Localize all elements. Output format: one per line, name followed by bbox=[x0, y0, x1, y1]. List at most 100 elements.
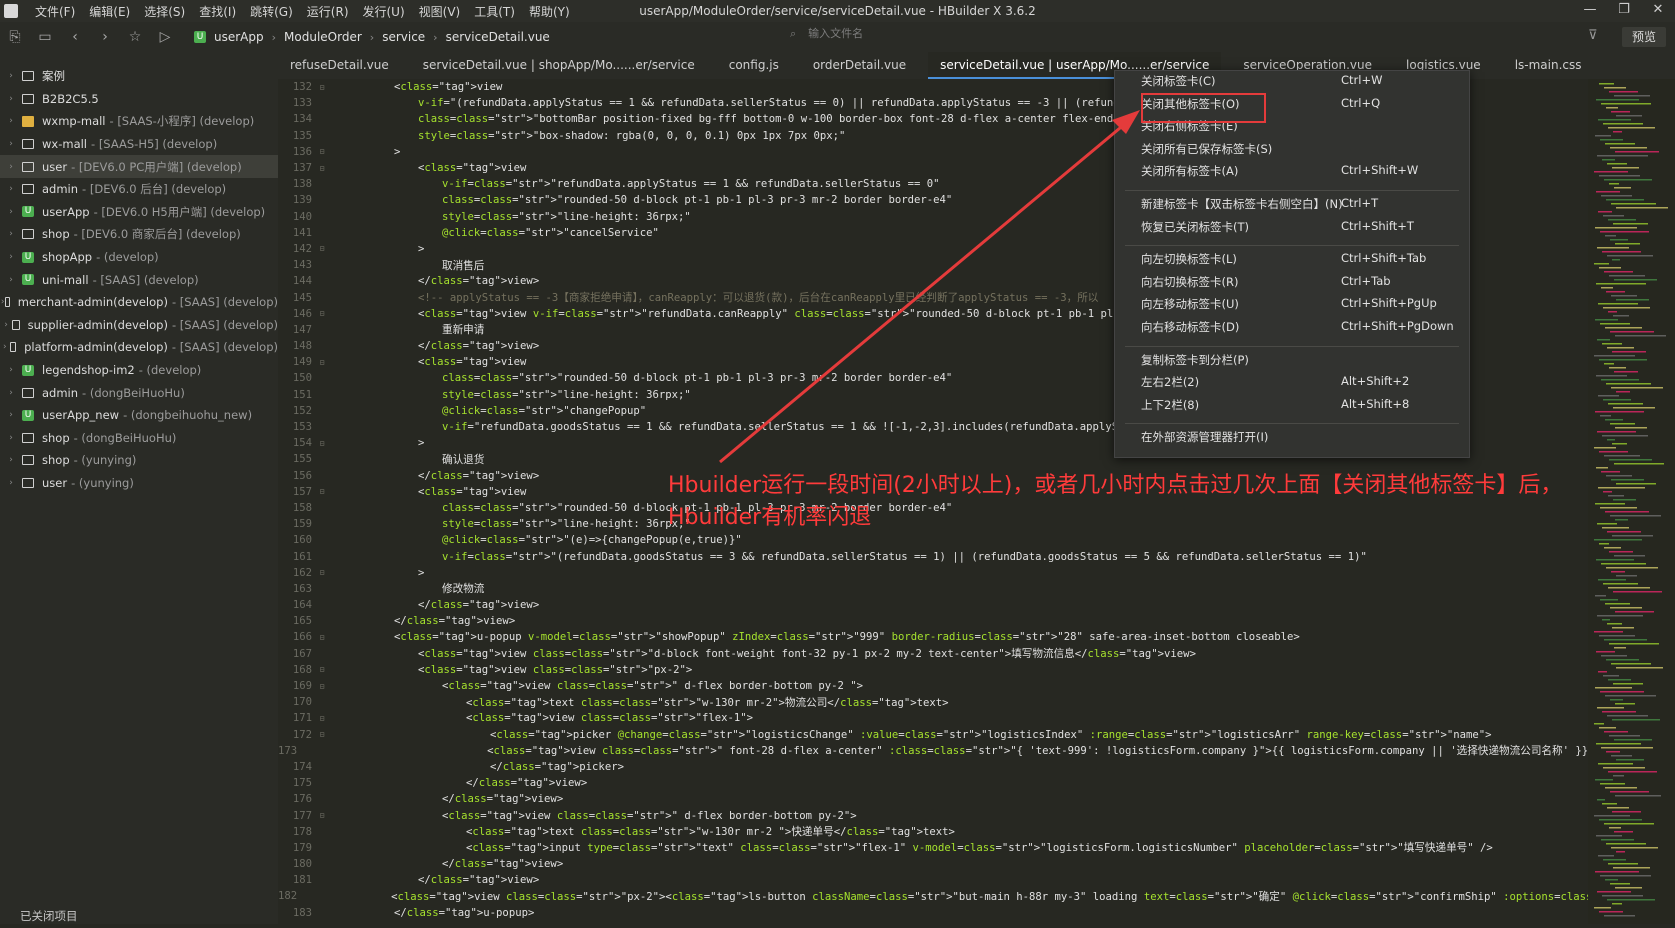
project-item[interactable]: › UuserApp - [DEV6.0 H5用户端] (develop) bbox=[0, 201, 278, 224]
code-line[interactable]: 166 ⊟ <class="tag">u-popup v-model=class="… bbox=[278, 629, 1588, 645]
editor-tab[interactable]: ls-main.css bbox=[1503, 52, 1594, 79]
chevron-right-icon[interactable]: › bbox=[0, 207, 22, 217]
chevron-right-icon[interactable]: › bbox=[0, 71, 22, 81]
code-line[interactable]: 174 </class="tag">picker> bbox=[278, 759, 1588, 775]
menu-item[interactable]: 工具(T) bbox=[467, 3, 522, 20]
context-menu-item[interactable]: 在外部资源管理器打开(I) bbox=[1141, 429, 1268, 445]
context-menu-item[interactable]: 新建标签卡【双击标签卡右侧空白】(N) bbox=[1141, 196, 1343, 212]
chevron-right-icon[interactable]: › bbox=[0, 94, 22, 104]
context-menu-item[interactable]: 向右切换标签卡(R) bbox=[1141, 274, 1238, 290]
forward-icon[interactable]: › bbox=[90, 29, 120, 45]
chevron-right-icon[interactable]: › bbox=[0, 184, 22, 194]
closed-projects-label[interactable]: 已关闭项目 bbox=[20, 908, 78, 924]
code-line[interactable]: 175 </class="tag">view> bbox=[278, 775, 1588, 791]
fold-icon[interactable]: ⊟ bbox=[316, 682, 328, 691]
project-item[interactable]: › shop - [DEV6.0 商家后台] (develop) bbox=[0, 223, 278, 246]
fold-icon[interactable]: ⊟ bbox=[316, 358, 328, 367]
project-item[interactable]: › UshopApp - (develop) bbox=[0, 246, 278, 269]
code-line[interactable]: 170 <class="tag">text class=class="str">"… bbox=[278, 694, 1588, 710]
code-line[interactable]: 161 v-if=class="str">"(refundData.goodsSt… bbox=[278, 548, 1588, 564]
project-item[interactable]: › supplier-admin(develop) - [SAAS] (develo… bbox=[0, 314, 278, 337]
project-item[interactable]: › B2B2C5.5 bbox=[0, 88, 278, 111]
project-item[interactable]: › admin - [DEV6.0 后台] (develop) bbox=[0, 178, 278, 201]
code-line[interactable]: 177 ⊟ <class="tag">view class=class="str">… bbox=[278, 807, 1588, 823]
project-item[interactable]: › Ulegendshop-im2- (develop) bbox=[0, 359, 278, 382]
code-line[interactable]: 181 </class="tag">view> bbox=[278, 872, 1588, 888]
save-icon[interactable]: ▭ bbox=[30, 29, 60, 45]
chevron-right-icon[interactable]: › bbox=[0, 275, 22, 285]
fold-icon[interactable]: ⊟ bbox=[316, 244, 328, 253]
code-line[interactable]: 171 ⊟ <class="tag">view class=class="str">… bbox=[278, 710, 1588, 726]
minimize-icon[interactable]: — bbox=[1573, 0, 1607, 22]
project-item[interactable]: › wx-mall - [SAAS-H5] (develop) bbox=[0, 133, 278, 156]
context-menu-item[interactable]: 向左移动标签卡(U) bbox=[1141, 296, 1239, 312]
menu-item[interactable]: 选择(S) bbox=[137, 3, 192, 20]
fold-icon[interactable]: ⊟ bbox=[316, 633, 328, 642]
code-line[interactable]: 176 </class="tag">view> bbox=[278, 791, 1588, 807]
project-item[interactable]: › Uuni-mall - [SAAS] (develop) bbox=[0, 268, 278, 291]
code-line[interactable]: 160 @click=class="str">"(e)=>{changePopup… bbox=[278, 532, 1588, 548]
code-line[interactable]: 167 <class="tag">view class=class="str">"… bbox=[278, 646, 1588, 662]
editor-tab[interactable]: orderDetail.vue bbox=[801, 52, 918, 79]
code-line[interactable]: 164 </class="tag">view> bbox=[278, 597, 1588, 613]
project-item[interactable]: › platform-admin(develop) - [SAAS] (develo… bbox=[0, 336, 278, 359]
fold-icon[interactable]: ⊟ bbox=[316, 147, 328, 156]
code-line[interactable]: 168 ⊟ <class="tag">view class=class="str">… bbox=[278, 662, 1588, 678]
context-menu-item[interactable]: 关闭所有已保存标签卡(S) bbox=[1141, 141, 1272, 157]
code-line[interactable]: 179 <class="tag">input type=class="str">"… bbox=[278, 840, 1588, 856]
context-menu-item[interactable]: 关闭标签卡(C) bbox=[1141, 73, 1216, 89]
fold-icon[interactable]: ⊟ bbox=[316, 665, 328, 674]
code-line[interactable]: 178 <class="tag">text class=class="str">"… bbox=[278, 824, 1588, 840]
chevron-right-icon[interactable]: › bbox=[0, 433, 22, 443]
editor-tab[interactable]: refuseDetail.vue bbox=[278, 52, 401, 79]
preview-button[interactable]: 预览 bbox=[1622, 27, 1666, 47]
menu-item[interactable]: 运行(R) bbox=[300, 3, 356, 20]
close-icon[interactable]: ✕ bbox=[1641, 0, 1675, 22]
chevron-right-icon[interactable]: › bbox=[0, 455, 22, 465]
menu-item[interactable]: 帮助(Y) bbox=[522, 3, 577, 20]
project-item[interactable]: › user - (yunying) bbox=[0, 472, 278, 495]
context-menu-item[interactable]: 关闭所有标签卡(A) bbox=[1141, 163, 1238, 179]
context-menu-item[interactable]: 左右2栏(2) bbox=[1141, 374, 1199, 390]
code-line[interactable]: 182 <class="tag">view class=class="str">"… bbox=[278, 888, 1588, 904]
chevron-right-icon[interactable]: › bbox=[0, 320, 12, 330]
fold-icon[interactable]: ⊟ bbox=[316, 164, 328, 173]
chevron-right-icon[interactable]: › bbox=[0, 229, 22, 239]
code-line[interactable]: 162 ⊟ > bbox=[278, 565, 1588, 581]
project-item[interactable]: › merchant-admin(develop) - [SAAS] (develo… bbox=[0, 291, 278, 314]
star-icon[interactable]: ☆ bbox=[120, 29, 150, 45]
chevron-right-icon[interactable]: › bbox=[0, 139, 22, 149]
code-line[interactable]: 163 修改物流 bbox=[278, 581, 1588, 597]
menu-item[interactable]: 跳转(G) bbox=[243, 3, 300, 20]
breadcrumb-item[interactable]: userApp bbox=[214, 30, 264, 44]
chevron-right-icon[interactable]: › bbox=[0, 388, 22, 398]
context-menu-item[interactable]: 上下2栏(8) bbox=[1141, 397, 1199, 413]
fold-icon[interactable]: ⊟ bbox=[316, 568, 328, 577]
project-item[interactable]: › shop - (dongBeiHuoHu) bbox=[0, 427, 278, 450]
editor-tab[interactable]: config.js bbox=[717, 52, 791, 79]
code-line[interactable]: 173 <class="tag">view class=class="str">"… bbox=[278, 743, 1588, 759]
run-icon[interactable]: ▷ bbox=[150, 29, 180, 45]
fold-icon[interactable]: ⊟ bbox=[316, 439, 328, 448]
context-menu-item[interactable]: 恢复已关闭标签卡(T) bbox=[1141, 219, 1249, 235]
menu-item[interactable]: 文件(F) bbox=[28, 3, 82, 20]
chevron-right-icon[interactable]: › bbox=[0, 252, 22, 262]
menu-item[interactable]: 视图(V) bbox=[412, 3, 468, 20]
context-menu-item[interactable]: 向右移动标签卡(D) bbox=[1141, 319, 1239, 335]
chevron-right-icon[interactable]: › bbox=[0, 410, 22, 420]
breadcrumb-item[interactable]: serviceDetail.vue bbox=[446, 30, 550, 44]
chevron-right-icon[interactable]: › bbox=[0, 365, 22, 375]
menu-item[interactable]: 编辑(E) bbox=[82, 3, 137, 20]
context-menu-item[interactable]: 向左切换标签卡(L) bbox=[1141, 251, 1237, 267]
menu-item[interactable]: 发行(U) bbox=[356, 3, 412, 20]
breadcrumb-item[interactable]: ModuleOrder bbox=[284, 30, 362, 44]
restore-icon[interactable]: ❐ bbox=[1607, 0, 1641, 22]
project-item[interactable]: › UuserApp_new - (dongbeihuohu_new) bbox=[0, 404, 278, 427]
editor-tab[interactable]: serviceDetail.vue | shopApp/Mo......er/s… bbox=[411, 52, 707, 79]
back-icon[interactable]: ‹ bbox=[60, 29, 90, 45]
fold-icon[interactable]: ⊟ bbox=[316, 309, 328, 318]
code-line[interactable]: 180 </class="tag">view> bbox=[278, 856, 1588, 872]
project-item[interactable]: › admin - (dongBeiHuoHu) bbox=[0, 381, 278, 404]
fold-icon[interactable]: ⊟ bbox=[316, 83, 328, 92]
chevron-right-icon[interactable]: › bbox=[0, 478, 22, 488]
